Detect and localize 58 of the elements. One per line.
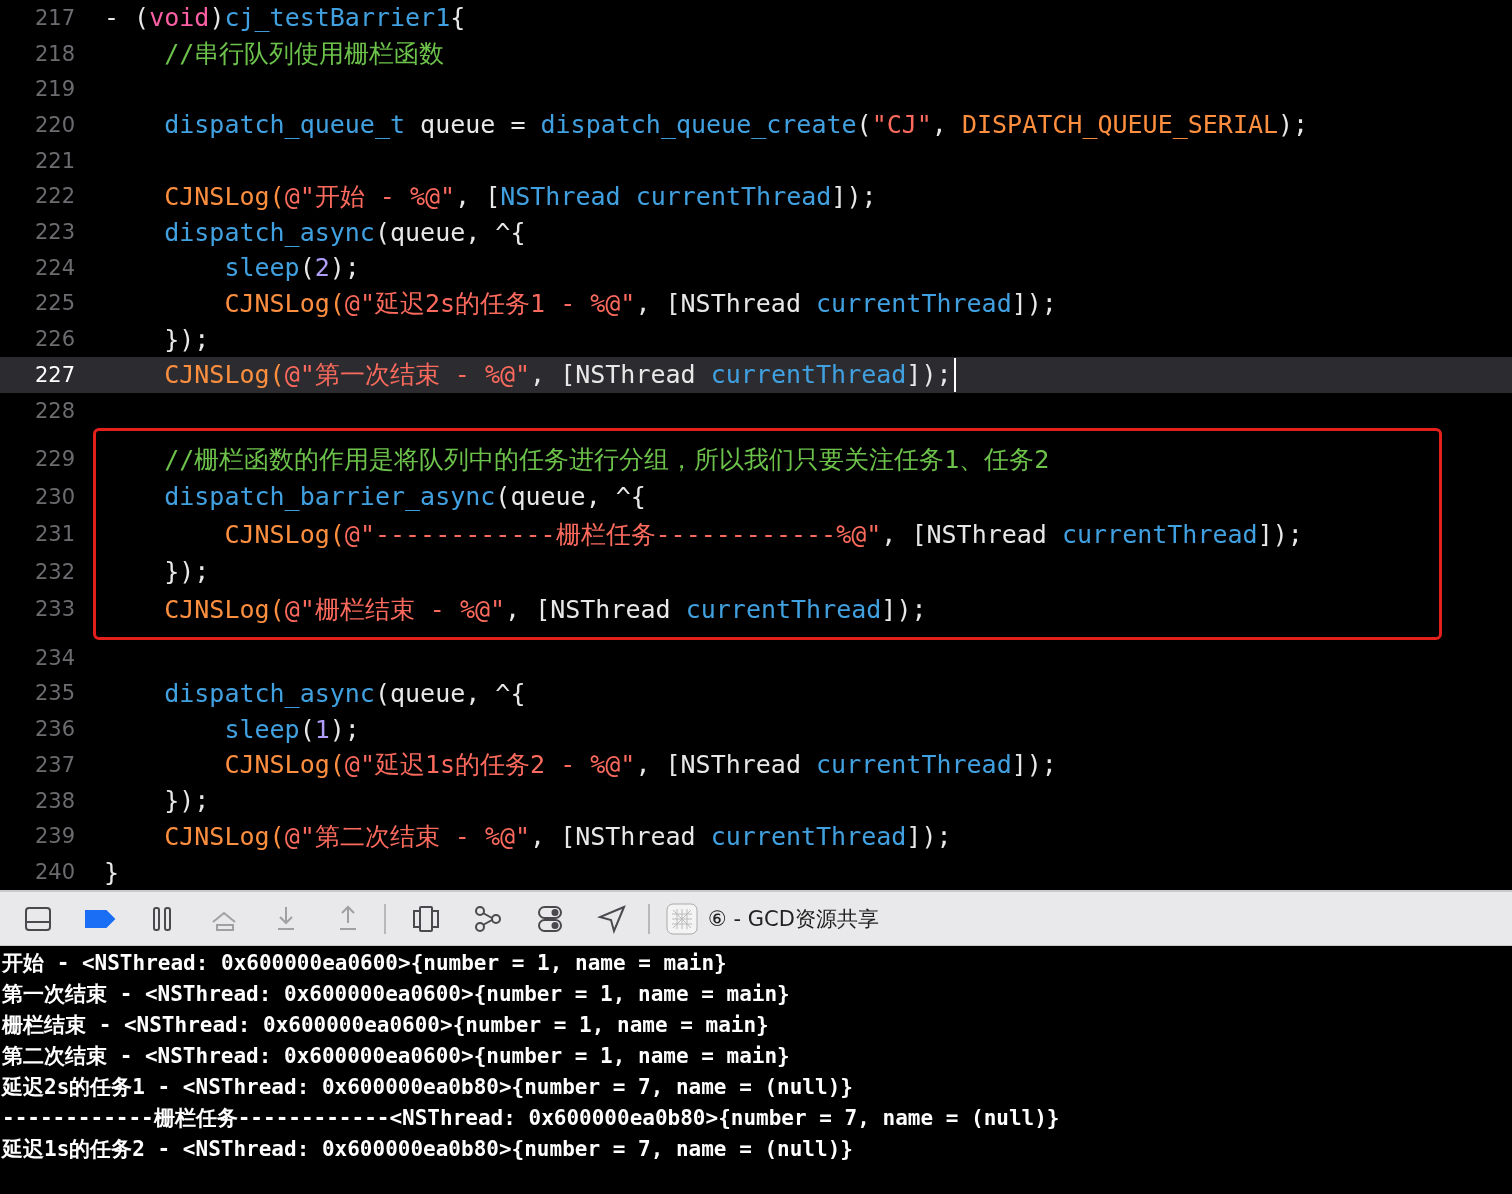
line-number: 229 [34, 447, 76, 472]
code-line: CJNSLog(@"开始 - %@", [NSThread currentThread]); [163, 180, 877, 213]
target-selector[interactable]: ⑥ - GCD资源共享 [664, 902, 879, 935]
code-line: dispatch_queue_t queue = dispatch_queue_create("CJ", DISPATCH_QUEUE_SERIAL); [163, 110, 1309, 140]
console-line: 第一次结束 - <NSThread: 0x600000ea0600>{number = 1, name = main} [2, 981, 790, 1008]
line-number: 239 [34, 824, 76, 849]
line-number: 238 [34, 788, 76, 813]
console-line: 栅栏结束 - <NSThread: 0x600000ea0600>{number = 1, name = main} [2, 1012, 769, 1039]
code-line: CJNSLog(@"第二次结束 - %@", [NSThread currentThread]); [163, 820, 952, 853]
console-line: 开始 - <NSThread: 0x600000ea0600>{number = 1, name = main} [2, 950, 727, 977]
line-number: 227 [34, 362, 76, 387]
code-line: CJNSLog(@"第一次结束 - %@", [NSThread currentThread]); [93, 357, 956, 392]
line-number: 226 [34, 327, 76, 352]
line-number: 237 [34, 752, 76, 777]
code-line: dispatch_async(queue, ^{ [163, 679, 526, 708]
code-line: }); [163, 324, 210, 354]
line-number: 230 [34, 484, 76, 509]
code-line: //栅栏函数的作用是将队列中的任务进行分组，所以我们只要关注任务1、任务2 [163, 443, 1050, 476]
code-line: sleep(2); [223, 253, 360, 283]
code-line: dispatch_barrier_async(queue, ^{ [163, 482, 646, 512]
line-number: 220 [34, 112, 76, 137]
line-number: 234 [34, 645, 76, 670]
line-number: 240 [34, 860, 76, 884]
code-line: //串行队列使用栅栏函数 [163, 38, 445, 71]
toggles-icon [535, 903, 565, 934]
line-number: 231 [34, 522, 76, 547]
console-line: ------------栅栏任务------------<NSThread: 0x600000ea0b80>{number = 7, name = (null)} [2, 1105, 1060, 1132]
target-name: ⑥ - GCD资源共享 [708, 905, 879, 933]
code-line: CJNSLog(@"延迟1s的任务2 - %@", [NSThread currentThread]); [223, 749, 1057, 782]
code-line: dispatch_async(queue, ^{ [163, 217, 526, 247]
line-number: 228 [34, 398, 76, 423]
line-number: 236 [34, 717, 76, 742]
code-line: } [103, 857, 120, 887]
console-line: 延迟2s的任务1 - <NSThread: 0x600000ea0b80>{number = 7, name = (null)} [2, 1074, 853, 1101]
code-line: sleep(1); [223, 714, 360, 744]
nodes-icon [473, 903, 503, 934]
line-number: 218 [34, 41, 76, 66]
line-number: 224 [34, 255, 76, 280]
layers-icon [411, 903, 441, 934]
console-line: 延迟1s的任务2 - <NSThread: 0x600000ea0b80>{number = 7, name = (null)} [2, 1136, 853, 1163]
code-line: }); [163, 786, 210, 816]
line-number: 221 [34, 148, 76, 173]
app-grid-icon [666, 902, 698, 935]
code-line: - (void)cj_testBarrier1{ [103, 3, 466, 33]
line-number: 225 [34, 291, 76, 316]
line-number: 223 [34, 220, 76, 245]
line-number: 235 [34, 681, 76, 706]
code-line: CJNSLog(@"------------栅栏任务------------%@", [NSThread currentThread]); [223, 518, 1303, 551]
line-number: 222 [34, 184, 76, 209]
line-number: 219 [34, 77, 76, 102]
line-number: 217 [34, 5, 76, 30]
console-line: 第二次结束 - <NSThread: 0x600000ea0600>{number = 1, name = main} [2, 1043, 790, 1070]
code-line: CJNSLog(@"栅栏结束 - %@", [NSThread currentThread]); [163, 593, 927, 626]
line-number: 232 [34, 559, 76, 584]
location-arrow-icon [597, 903, 627, 934]
line-number: 233 [34, 597, 76, 622]
code-line: CJNSLog(@"延迟2s的任务1 - %@", [NSThread currentThread]); [223, 287, 1057, 320]
code-line: }); [163, 557, 210, 587]
